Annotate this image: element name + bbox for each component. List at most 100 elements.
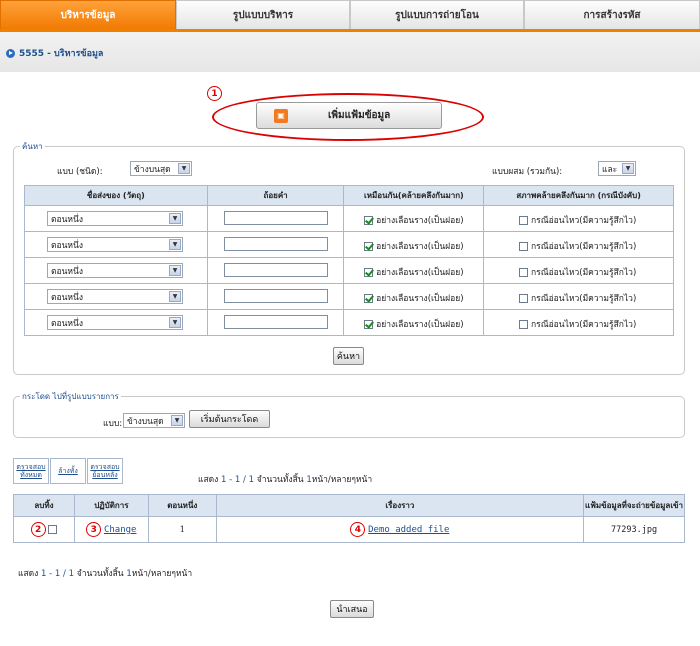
field-select[interactable]: ตอนหนึ่ง ▼ — [47, 289, 183, 304]
add-file-icon: ▣ — [274, 108, 288, 123]
similar-cell: อย่างเลือนราง(เป็นฝอย) — [343, 231, 485, 258]
field-select[interactable]: ตอนหนึ่ง ▼ — [47, 315, 183, 330]
similar-checkbox[interactable] — [364, 268, 374, 277]
case-checkbox[interactable] — [519, 242, 529, 251]
jump-label: แบบ: — [103, 419, 123, 429]
search-row: ตอนหนึ่ง ▼ อย่างเลือนราง(เป็นฝอย) กรณีอ่อ… — [24, 283, 674, 310]
col-header-delete: ลบทิ้ง — [13, 494, 75, 517]
field-value: ตอนหนึ่ง — [51, 240, 83, 251]
similar-checkbox[interactable] — [364, 294, 374, 303]
similar-checkbox[interactable] — [364, 216, 374, 225]
delete-checkbox[interactable] — [48, 525, 58, 534]
similar-checkbox[interactable] — [364, 320, 374, 329]
tab-label: รูปแบบการถ่ายโอน — [395, 10, 479, 21]
term-cell — [206, 205, 345, 232]
field-select[interactable]: ตอนหนึ่ง ▼ — [47, 237, 183, 252]
search-criteria-table: ชื่อส่งของ (วัตถุ) ถ้อยคำ เหมือนกัน(คล้า… — [24, 185, 674, 336]
chevron-down-icon: ▼ — [169, 213, 181, 224]
jump-legend: กระโดด ไปที่รูปแบบรายการ — [22, 392, 119, 401]
submit-button[interactable]: นำเสนอ — [330, 600, 374, 618]
title-cell: 4 Demo added file — [215, 516, 585, 543]
similar-cell: อย่างเลือนราง(เป็นฝอย) — [343, 283, 485, 310]
case-checkbox[interactable] — [519, 216, 529, 225]
case-checkbox[interactable] — [519, 320, 529, 329]
field-value: ตอนหนึ่ง — [51, 318, 83, 329]
col-header-title: เรื่องราว — [215, 494, 585, 517]
col-header-section: ตอนหนึ่ง — [147, 494, 217, 517]
section-cell: 1 — [147, 516, 217, 543]
arrow-circle-icon — [6, 48, 15, 58]
search-button[interactable]: ค้นหา — [333, 347, 364, 365]
search-combine-label: แบบผสม (รวมกัน): — [492, 167, 563, 177]
col-header-file: แฟ้มข้อมูลที่จะถ่ายข้อมูลเข้า — [583, 494, 685, 517]
chevron-down-icon: ▼ — [169, 317, 181, 328]
jump-panel: กระโดด ไปที่รูปแบบรายการ — [13, 390, 685, 438]
title-link[interactable]: Demo added file — [368, 525, 449, 535]
action-cell: 3 Change — [73, 516, 149, 543]
tab-manage-format[interactable]: รูปแบบบริหาร — [176, 0, 350, 30]
chevron-down-icon: ▼ — [169, 265, 181, 276]
col-header-field: ชื่อส่งของ (วัตถุ) — [24, 185, 208, 206]
paging-unit: หน้า/หลายๆหน้า — [311, 475, 373, 485]
add-file-button[interactable]: ▣ เพิ่มแฟ้มข้อมูล — [256, 102, 442, 129]
term-input[interactable] — [223, 315, 328, 329]
check-back-button[interactable]: ตรวจสอบย้อนหลัง — [87, 458, 123, 484]
top-tab-bar: บริหารข้อมูล รูปแบบบริหาร รูปแบบการถ่ายโ… — [0, 0, 700, 30]
field-value: ตอนหนึ่ง — [51, 266, 83, 277]
annotation-marker-2: 2 — [30, 522, 46, 537]
term-input[interactable] — [223, 289, 328, 303]
paging-prefix: แสดง — [18, 569, 39, 579]
similar-label: อย่างเลือนราง(เป็นฝอย) — [376, 320, 464, 330]
breadcrumb: 5555 - บริหารข้อมูล — [6, 46, 103, 60]
similar-checkbox[interactable] — [364, 242, 374, 251]
term-input[interactable] — [223, 263, 328, 277]
search-row: ตอนหนึ่ง ▼ อย่างเลือนราง(เป็นฝอย) กรณีอ่อ… — [24, 205, 674, 232]
paging-suffix: จำนวนทั้งสิ้น — [76, 569, 124, 579]
jump-select[interactable]: ข้างบนสุด ▼ — [123, 413, 185, 428]
chevron-down-icon: ▼ — [171, 415, 183, 426]
paging-info-top: แสดง 1 - 1 / 1 จำนวนทั้งสิ้น 1หน้า/หลายๆ… — [198, 472, 372, 486]
start-jump-button[interactable]: เริ่มต้นกระโดด — [189, 410, 270, 428]
case-label: กรณีอ่อนไหว(มีความรู้สึกไว) — [530, 294, 637, 304]
tab-manage-data[interactable]: บริหารข้อมูล — [0, 0, 176, 30]
delete-cell: 2 — [13, 516, 75, 543]
chevron-down-icon: ▼ — [178, 163, 190, 174]
search-row: ตอนหนึ่ง ▼ อย่างเลือนราง(เป็นฝอย) กรณีอ่อ… — [24, 309, 674, 336]
term-input[interactable] — [223, 237, 328, 251]
similar-cell: อย่างเลือนราง(เป็นฝอย) — [343, 309, 485, 336]
tab-create-code[interactable]: การสร้างรหัส — [524, 0, 700, 30]
field-select[interactable]: ตอนหนึ่ง ▼ — [47, 211, 183, 226]
search-mode-select[interactable]: ข้างบนสุด ▼ — [130, 161, 192, 176]
case-label: กรณีอ่อนไหว(มีความรู้สึกไว) — [530, 216, 637, 226]
col-header-similar: เหมือนกัน(คล้ายคลึงกันมาก) — [343, 185, 485, 206]
change-link[interactable]: Change — [104, 525, 137, 535]
similar-label: อย่างเลือนราง(เป็นฝอย) — [376, 242, 464, 252]
chevron-down-icon: ▼ — [169, 291, 181, 302]
similar-label: อย่างเลือนราง(เป็นฝอย) — [376, 294, 464, 304]
breadcrumb-text: 5555 - บริหารข้อมูล — [19, 49, 104, 59]
case-label: กรณีอ่อนไหว(มีความรู้สึกไว) — [530, 320, 637, 330]
add-file-label: เพิ่มแฟ้มข้อมูล — [328, 110, 391, 121]
search-mode-value: ข้างบนสุด — [134, 164, 171, 175]
chevron-down-icon: ▼ — [169, 239, 181, 250]
search-combine-select[interactable]: และ ▼ — [598, 161, 636, 176]
field-value: ตอนหนึ่ง — [51, 214, 83, 225]
tab-transfer-format[interactable]: รูปแบบการถ่ายโอน — [350, 0, 524, 30]
paging-suffix: จำนวนทั้งสิ้น — [256, 475, 304, 485]
paging-range: 1 - 1 / 1 — [221, 475, 255, 485]
file-cell: 77293.jpg — [583, 516, 685, 543]
case-checkbox[interactable] — [519, 268, 529, 277]
col-header-term: ถ้อยคำ — [206, 185, 345, 206]
search-row: ตอนหนึ่ง ▼ อย่างเลือนราง(เป็นฝอย) กรณีอ่อ… — [24, 257, 674, 284]
check-all-button[interactable]: ตรวจสอบทั้งหมด — [13, 458, 49, 484]
search-legend: ค้นหา — [22, 142, 43, 151]
term-input[interactable] — [223, 211, 328, 225]
annotation-marker-4: 4 — [350, 522, 366, 537]
similar-cell: อย่างเลือนราง(เป็นฝอย) — [343, 257, 485, 284]
clear-all-button[interactable]: ล้างทั้ง — [50, 458, 86, 484]
case-checkbox[interactable] — [519, 294, 529, 303]
field-select[interactable]: ตอนหนึ่ง ▼ — [47, 263, 183, 278]
paging-unit: หน้า/หลายๆหน้า — [131, 569, 193, 579]
term-cell — [206, 283, 345, 310]
annotation-marker-3: 3 — [86, 522, 102, 537]
